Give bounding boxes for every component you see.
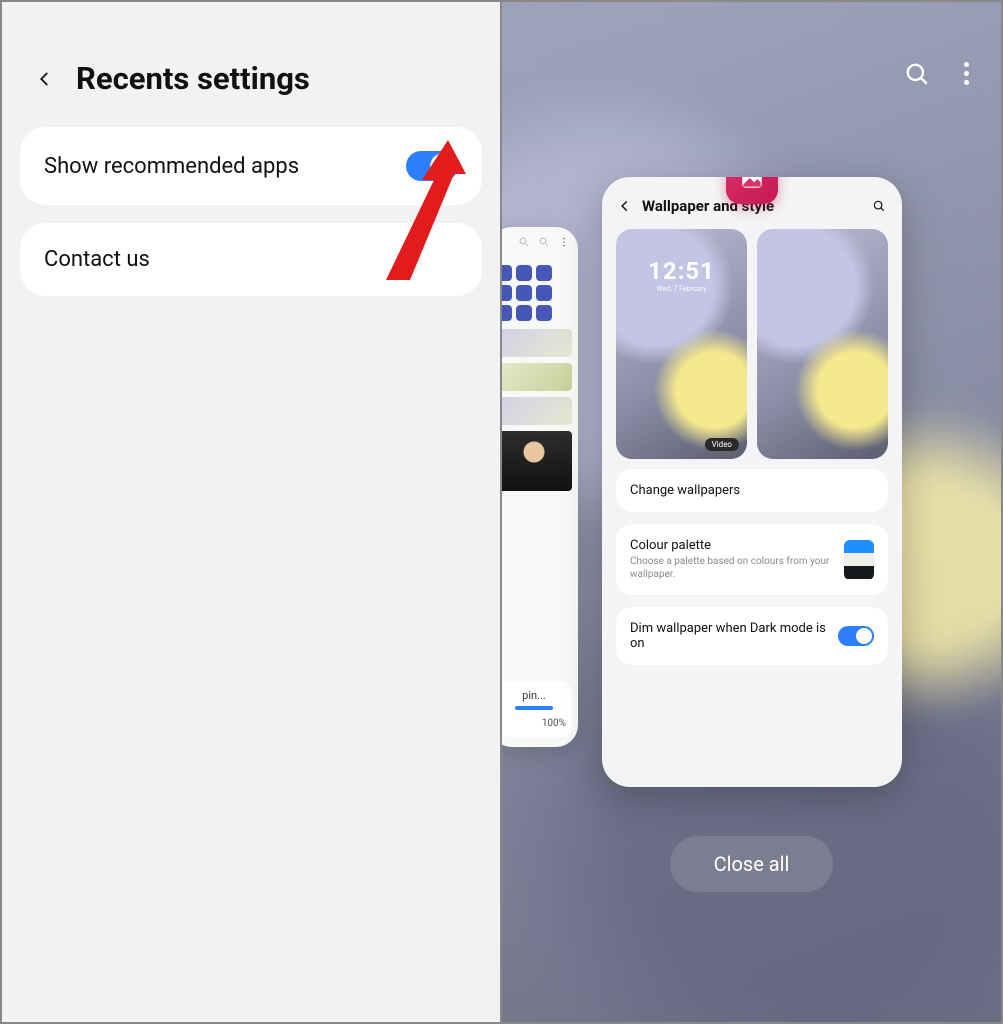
more-icon bbox=[558, 236, 570, 248]
page-title: Recents settings bbox=[76, 60, 310, 97]
palette-swatch-icon bbox=[844, 540, 874, 580]
back-icon[interactable] bbox=[618, 199, 632, 213]
recommended-apps-toggle[interactable] bbox=[406, 151, 458, 181]
dim-dark-toggle[interactable] bbox=[838, 626, 874, 646]
row-label: Show recommended apps bbox=[44, 154, 299, 179]
recents-settings-screen: Recents settings Show recommended apps C… bbox=[0, 0, 502, 1024]
recents-overview-screen: pin... 100% Wallpaper and style 12:51 We… bbox=[502, 0, 1003, 1024]
thumbnail bbox=[502, 329, 572, 357]
row-label: Change wallpapers bbox=[630, 483, 740, 498]
thumbnail bbox=[502, 363, 572, 391]
settings-list: Show recommended apps Contact us bbox=[2, 127, 500, 296]
recent-card-wallpaper[interactable]: Wallpaper and style 12:51 Wed, 7 Februar… bbox=[602, 177, 902, 787]
video-badge: Video bbox=[705, 438, 739, 451]
homescreen-preview[interactable] bbox=[757, 229, 888, 459]
row-label: Colour palette bbox=[630, 538, 834, 553]
dim-dark-row[interactable]: Dim wallpaper when Dark mode is on bbox=[616, 607, 888, 665]
colour-palette-row[interactable]: Colour palette Choose a palette based on… bbox=[616, 524, 888, 595]
thumbnail-grid bbox=[502, 265, 572, 321]
header: Recents settings bbox=[2, 2, 500, 127]
close-all-button[interactable]: Close all bbox=[670, 836, 834, 892]
thumbnail bbox=[502, 397, 572, 425]
row-label: Contact us bbox=[44, 247, 150, 272]
row-subtitle: Choose a palette based on colours from y… bbox=[630, 555, 834, 581]
progress-label: pin... bbox=[502, 689, 566, 702]
show-recommended-apps-row[interactable]: Show recommended apps bbox=[20, 127, 482, 205]
search-icon[interactable] bbox=[904, 61, 930, 87]
recent-cards[interactable]: pin... 100% Wallpaper and style 12:51 We… bbox=[502, 177, 1001, 817]
change-wallpapers-row[interactable]: Change wallpapers bbox=[616, 469, 888, 512]
progress-card: pin... 100% bbox=[502, 681, 572, 737]
search-icon bbox=[518, 236, 530, 248]
search-icon[interactable] bbox=[872, 199, 886, 213]
lock-date: Wed, 7 February bbox=[616, 285, 747, 293]
gallery-icon[interactable] bbox=[726, 177, 778, 204]
thumbnail bbox=[502, 431, 572, 491]
recent-card-prev[interactable]: pin... 100% bbox=[502, 227, 578, 747]
more-icon[interactable] bbox=[958, 58, 975, 89]
row-label: Dim wallpaper when Dark mode is on bbox=[630, 621, 828, 651]
top-actions bbox=[904, 58, 975, 89]
contact-us-row[interactable]: Contact us bbox=[20, 223, 482, 296]
lock-clock: 12:51 bbox=[616, 257, 747, 285]
lockscreen-preview[interactable]: 12:51 Wed, 7 February Video bbox=[616, 229, 747, 459]
back-icon[interactable] bbox=[36, 70, 54, 88]
progress-percent: 100% bbox=[502, 718, 566, 729]
progress-bar bbox=[515, 706, 553, 710]
wallpaper-previews: 12:51 Wed, 7 February Video bbox=[616, 229, 888, 459]
search-icon bbox=[538, 236, 550, 248]
